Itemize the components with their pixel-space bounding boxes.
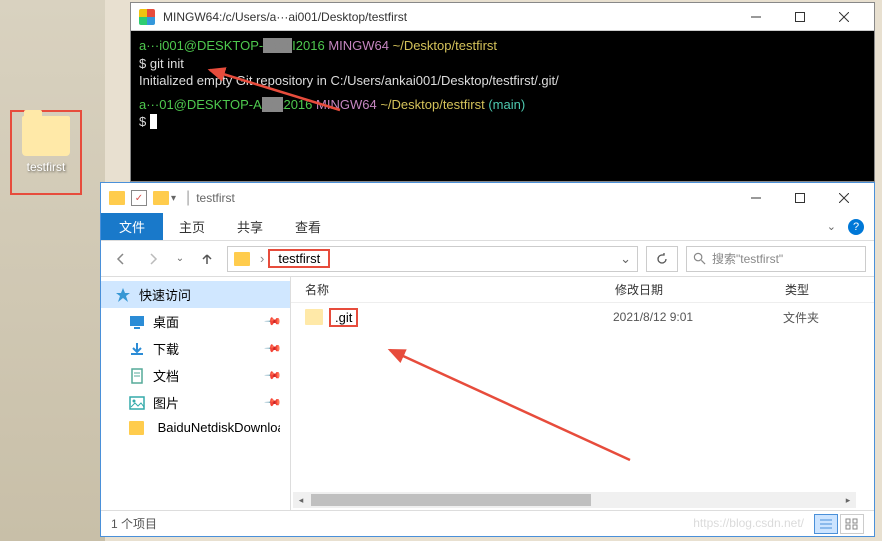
details-view-button[interactable] [814,514,838,534]
folder-icon [129,421,144,435]
column-type[interactable]: 类型 [771,281,851,298]
sidebar-item-pictures[interactable]: 图片 📌 [101,389,290,416]
folder-label: testfirst [27,160,66,174]
download-icon [129,341,145,357]
help-button[interactable]: ? [848,219,864,235]
mingw64-terminal-window: MINGW64:/c/Users/a···ai001/Desktop/testf… [130,2,875,182]
up-button[interactable] [195,247,219,271]
recent-dropdown[interactable]: ⌄ [173,247,187,271]
nav-bar: ⌄ › testfirst ⌄ 搜索"testfirst" [101,241,874,277]
ribbon-tab-file[interactable]: 文件 [101,213,163,240]
chevron-down-icon[interactable]: ⌄ [620,251,631,267]
file-date: 2021/8/12 9:01 [613,310,783,324]
sidebar-item-documents[interactable]: 文档 📌 [101,362,290,389]
document-icon [129,368,145,384]
maximize-button[interactable] [778,183,822,213]
pin-icon: 📌 [264,366,283,385]
close-button[interactable] [822,183,866,213]
window-title: testfirst [196,191,734,205]
mingw-logo-icon [139,9,155,25]
ribbon-tab-home[interactable]: 主页 [163,213,221,240]
search-input[interactable]: 搜索"testfirst" [686,246,866,272]
terminal-body[interactable]: a···i001@DESKTOP-aaaaI2016 MINGW64 ~/Des… [131,31,874,181]
sidebar-item-baidu[interactable]: BaiduNetdiskDownload [101,416,290,439]
horizontal-scrollbar[interactable]: ◂ ▸ [293,492,856,508]
status-text: 1 个项目 [111,515,157,532]
column-headers: 名称 修改日期 类型 [291,277,874,303]
terminal-cursor [150,114,157,129]
breadcrumb-testfirst[interactable]: testfirst [268,249,330,268]
sidebar-item-desktop[interactable]: 桌面 📌 [101,308,290,335]
sidebar-item-quick-access[interactable]: 快速访问 [101,281,290,308]
ribbon-tab-share[interactable]: 共享 [221,213,279,240]
desktop-folder-testfirst[interactable]: testfirst [10,110,82,195]
file-type: 文件夹 [783,309,819,326]
pictures-icon [129,395,145,411]
status-bar: 1 个项目 https://blog.csdn.net/ [101,510,874,536]
column-name[interactable]: 名称 [291,281,601,298]
file-name: .git [329,308,358,327]
desktop-icon [129,314,145,330]
pin-icon: 📌 [264,339,283,358]
scroll-left-button[interactable]: ◂ [293,492,309,508]
scroll-right-button[interactable]: ▸ [840,492,856,508]
address-bar[interactable]: › testfirst ⌄ [227,246,638,272]
maximize-button[interactable] [778,3,822,31]
file-explorer-window: ✓ ▾ | testfirst 文件 主页 共享 查看 ⌄ ? ⌄ › test… [100,182,875,537]
qat-checkbox[interactable]: ✓ [131,190,147,206]
pin-icon: 📌 [264,312,283,331]
folder-icon [109,191,125,205]
star-icon [115,287,131,303]
file-row-git[interactable]: .git 2021/8/12 9:01 文件夹 [291,303,874,331]
ribbon-tab-view[interactable]: 查看 [279,213,337,240]
explorer-titlebar[interactable]: ✓ ▾ | testfirst [101,183,874,213]
ribbon: 文件 主页 共享 查看 ⌄ ? [101,213,874,241]
folder-icon [153,191,169,205]
close-button[interactable] [822,3,866,31]
terminal-titlebar[interactable]: MINGW64:/c/Users/a···ai001/Desktop/testf… [131,3,874,31]
column-date[interactable]: 修改日期 [601,281,771,298]
icons-view-button[interactable] [840,514,864,534]
sidebar: 快速访问 桌面 📌 下载 📌 文档 📌 图片 📌 [101,277,291,510]
watermark: https://blog.csdn.net/ [693,516,804,530]
folder-icon [22,116,70,156]
back-button[interactable] [109,247,133,271]
folder-icon [305,309,323,325]
minimize-button[interactable] [734,3,778,31]
terminal-title: MINGW64:/c/Users/a···ai001/Desktop/testf… [163,10,734,24]
chevron-down-icon[interactable]: ⌄ [827,220,836,233]
sidebar-item-downloads[interactable]: 下载 📌 [101,335,290,362]
minimize-button[interactable] [734,183,778,213]
scrollbar-thumb[interactable] [311,494,591,506]
search-icon [693,252,706,265]
forward-button[interactable] [141,247,165,271]
refresh-button[interactable] [646,246,678,272]
folder-icon [234,252,250,266]
file-list: 名称 修改日期 类型 .git 2021/8/12 9:01 文件夹 ◂ ▸ [291,277,874,510]
pin-icon: 📌 [264,393,283,412]
